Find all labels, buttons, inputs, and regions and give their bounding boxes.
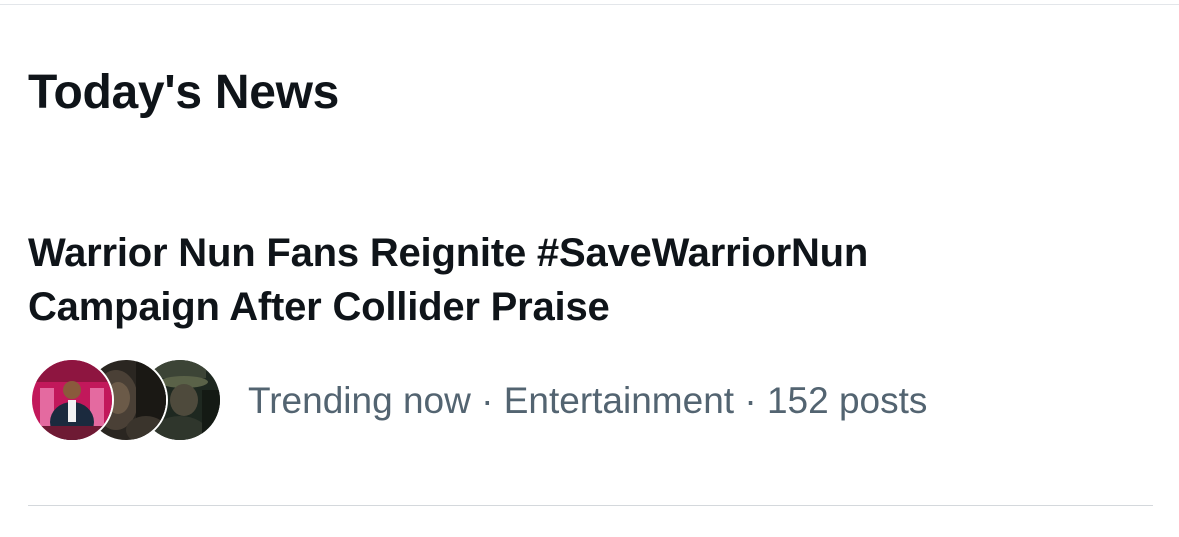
avatar-stack	[30, 358, 222, 442]
news-headline[interactable]: Warrior Nun Fans Reignite #SaveWarriorNu…	[28, 226, 1128, 334]
top-divider	[0, 4, 1179, 5]
trending-status: Trending now	[248, 380, 471, 421]
avatar	[30, 358, 114, 442]
trending-news-item[interactable]: Warrior Nun Fans Reignite #SaveWarriorNu…	[0, 222, 1179, 452]
meta-separator: ·	[470, 380, 504, 421]
meta-separator: ·	[734, 380, 767, 421]
headline-line-2: Campaign After Collider Praise	[28, 285, 610, 329]
news-category: Entertainment	[503, 380, 735, 421]
avatar-image	[32, 360, 112, 440]
news-meta: Trending now · Entertainment · 152 posts	[30, 358, 1150, 442]
headline-line-1: Warrior Nun Fans Reignite #SaveWarriorNu…	[28, 231, 869, 275]
bottom-divider	[28, 505, 1153, 506]
section-title: Today's News	[28, 66, 340, 119]
post-count: 152 posts	[766, 380, 928, 421]
news-meta-text: Trending now · Entertainment · 152 posts	[248, 378, 927, 424]
